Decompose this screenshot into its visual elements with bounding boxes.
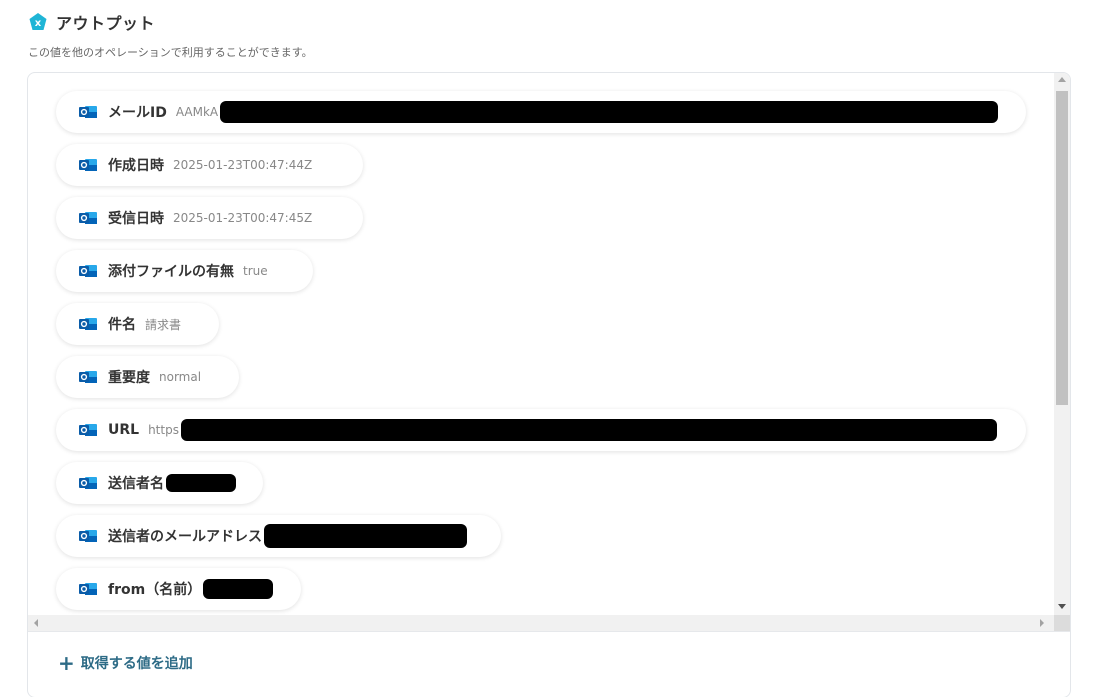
output-label: 送信者名 [108,476,164,492]
outlook-icon [79,157,97,173]
svg-text:x: x [35,18,42,29]
redaction-bar [220,101,999,123]
output-item-importance[interactable]: 重要度 normal [56,356,239,398]
outlook-icon [79,475,97,491]
output-label: 送信者のメールアドレス [108,529,262,545]
output-item-has-attachments[interactable]: 添付ファイルの有無 true [56,250,313,292]
output-label: URL [108,422,140,438]
outlook-icon [79,210,97,226]
output-value: normal [159,370,202,384]
add-value-button[interactable]: + 取得する値を追加 [58,651,193,675]
output-item-created-at[interactable]: 作成日時 2025-01-23T00:47:44Z [56,144,363,186]
footer-divider [28,631,1070,632]
outputs-scroll-area[interactable]: メールID AAMkA 作成日時 2025-01-23T00:47:44Z 受信… [28,73,1054,615]
output-label: 添付ファイルの有無 [108,264,234,280]
page-subtitle: この値を他のオペレーションで利用することができます。 [28,46,313,59]
outlook-icon [79,369,97,385]
redaction-bar [166,474,236,492]
vertical-scroll-thumb[interactable] [1056,91,1068,405]
outputs-panel: メールID AAMkA 作成日時 2025-01-23T00:47:44Z 受信… [27,72,1071,697]
redaction-bar [264,524,467,548]
output-label: 受信日時 [108,211,164,227]
scroll-left-arrow-icon[interactable] [34,619,38,627]
variable-icon: x [28,12,48,32]
horizontal-scrollbar[interactable] [28,615,1054,631]
output-label: from（名前） [108,582,202,598]
output-page: x アウトプット この値を他のオペレーションで利用することができます。 メールI… [0,0,1097,697]
output-item-mail-id[interactable]: メールID AAMkA [56,91,1026,133]
outlook-icon [79,528,97,544]
output-item-received-at[interactable]: 受信日時 2025-01-23T00:47:45Z [56,197,363,239]
output-value: 請求書 [145,317,182,332]
outlook-icon [79,422,97,438]
output-item-sender-name[interactable]: 送信者名 [56,462,263,504]
scroll-right-arrow-icon[interactable] [1040,619,1044,627]
output-label: 重要度 [108,370,150,386]
output-item-subject[interactable]: 件名 請求書 [56,303,219,345]
output-value: 2025-01-23T00:47:45Z [173,211,313,225]
vertical-scrollbar[interactable] [1054,73,1070,615]
output-item-url[interactable]: URL https [56,409,1026,451]
output-label: 件名 [108,317,136,333]
output-value: https [148,423,179,437]
add-value-label: 取得する値を追加 [80,656,193,672]
scrollbar-corner [1054,615,1070,631]
redaction-bar [203,579,274,599]
redaction-bar [180,419,997,441]
outlook-icon [79,104,97,120]
outlook-icon [79,581,97,597]
output-item-sender-email[interactable]: 送信者のメールアドレス [56,515,501,557]
output-label: 作成日時 [108,158,164,174]
output-item-from-name[interactable]: from（名前） [56,568,301,610]
plus-icon: + [58,651,75,675]
outlook-icon [79,316,97,332]
output-value: true [243,264,268,278]
page-title: アウトプット [56,14,156,33]
outlook-icon [79,263,97,279]
output-value: 2025-01-23T00:47:44Z [173,158,313,172]
scroll-up-arrow-icon[interactable] [1058,77,1066,82]
scroll-down-arrow-icon[interactable] [1058,604,1066,609]
output-label: メールID [108,105,167,121]
output-header: x アウトプット [28,10,155,34]
output-value: AAMkA [175,105,219,119]
